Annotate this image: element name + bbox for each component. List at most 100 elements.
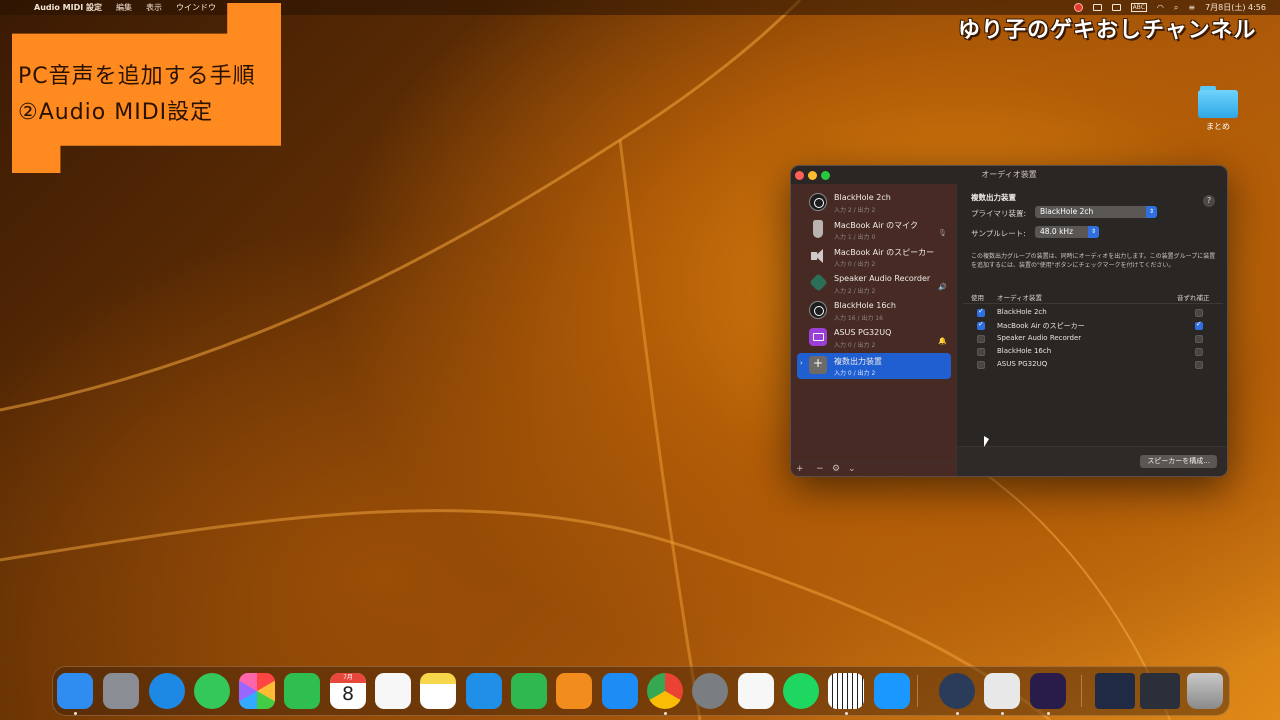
use-checkbox[interactable]: [977, 307, 985, 317]
device-io: 入力 16 / 出力 16: [834, 315, 883, 322]
device-name: BlackHole 16ch: [834, 301, 896, 310]
configure-speakers-button[interactable]: スピーカーを構成...: [1140, 455, 1217, 468]
photos-icon[interactable]: [239, 673, 275, 709]
speaker-icon: [809, 247, 827, 265]
safari-icon[interactable]: [149, 673, 185, 709]
running-indicator: [664, 712, 667, 715]
multi-output-description: この複数出力グループの装置は、同時にオーディオを出力します。この装置グループに装…: [971, 253, 1216, 269]
pages-icon[interactable]: [556, 673, 592, 709]
device-row-asus-pg32uq[interactable]: ASUS PG32UQ 入力 0 / 出力 2 🔔: [797, 325, 951, 351]
window-thumb-1[interactable]: [1095, 673, 1135, 709]
finder-icon[interactable]: [57, 673, 93, 709]
input-source-indicator[interactable]: ABC: [1130, 3, 1147, 12]
device-io: 入力 1 / 出力 0: [834, 234, 876, 241]
spotify-icon[interactable]: [783, 673, 819, 709]
launchpad-icon[interactable]: [103, 673, 139, 709]
drift-checkbox[interactable]: [1195, 335, 1203, 343]
device-row-blackhole-16ch[interactable]: BlackHole 16ch 入力 16 / 出力 16: [797, 298, 951, 324]
sample-rate-value: 48.0 kHz: [1040, 227, 1074, 236]
running-indicator: [956, 712, 959, 715]
reminders-icon[interactable]: [375, 673, 411, 709]
device-name: MacBook Air のマイク: [834, 221, 919, 230]
spotlight-icon[interactable]: ⌕: [1174, 3, 1178, 13]
section-title: 複数出力装置: [971, 193, 1016, 202]
menu-window[interactable]: ウインドウ: [176, 2, 216, 13]
drift-checkbox[interactable]: [1195, 309, 1203, 317]
running-indicator: [845, 712, 848, 715]
use-checkbox[interactable]: [977, 320, 985, 330]
table-row: BlackHole 16ch: [963, 346, 1223, 359]
col-use: 使用: [971, 294, 984, 302]
table-device-name: Speaker Audio Recorder: [997, 334, 1082, 342]
chevron-down-icon[interactable]: ⌄: [848, 464, 856, 474]
device-name: BlackHole 2ch: [834, 193, 891, 202]
trash-icon[interactable]: [1187, 673, 1223, 709]
keynote-icon[interactable]: [466, 673, 502, 709]
col-drift: 音ずれ補正: [1177, 294, 1210, 302]
app-store-icon[interactable]: [602, 673, 638, 709]
blackhole-icon: [809, 301, 827, 319]
device-row-macbook-speaker[interactable]: MacBook Air のスピーカー 入力 0 / 出力 2: [797, 244, 951, 270]
calendar-month: 7月: [330, 673, 366, 683]
recording-indicator-icon[interactable]: [1073, 3, 1083, 12]
piano-app-icon[interactable]: [828, 673, 864, 709]
add-device-button[interactable]: +: [796, 464, 804, 474]
calendar-icon[interactable]: 7月 8: [330, 673, 366, 709]
use-checkbox[interactable]: [977, 348, 985, 356]
menu-edit[interactable]: 編集: [116, 2, 132, 13]
quicktime-icon[interactable]: [939, 673, 975, 709]
running-indicator: [1001, 712, 1004, 715]
textedit-icon[interactable]: [984, 673, 1020, 709]
wifi-icon[interactable]: ◠: [1157, 3, 1164, 12]
system-settings-icon[interactable]: [692, 673, 728, 709]
sample-rate-select[interactable]: 48.0 kHz ⇕: [1035, 226, 1099, 238]
detail-footer: スピーカーを構成...: [957, 446, 1227, 476]
table-row: Speaker Audio Recorder: [963, 333, 1223, 346]
chevron-right-icon[interactable]: ›: [800, 359, 803, 367]
device-name: 複数出力装置: [834, 357, 882, 366]
primary-device-value: BlackHole 2ch: [1040, 207, 1094, 216]
gear-icon[interactable]: ⚙: [832, 464, 840, 474]
audio-recorder-icon: [809, 273, 828, 292]
device-row-blackhole-2ch[interactable]: BlackHole 2ch 入力 2 / 出力 2: [797, 190, 951, 216]
table-device-name: ASUS PG32UQ: [997, 360, 1048, 368]
drift-checkbox[interactable]: [1195, 320, 1203, 330]
menu-view[interactable]: 表示: [146, 2, 162, 13]
window-thumb-2[interactable]: [1140, 673, 1180, 709]
mouse-cursor-icon: [984, 436, 989, 447]
app-menu[interactable]: Audio MIDI 設定: [34, 2, 102, 13]
messages-icon[interactable]: [194, 673, 230, 709]
running-indicator: [74, 712, 77, 715]
microphone-icon: [813, 220, 823, 238]
device-io: 入力 2 / 出力 2: [834, 288, 876, 295]
numbers-icon[interactable]: [511, 673, 547, 709]
use-checkbox[interactable]: [977, 361, 985, 369]
video-app-icon[interactable]: [738, 673, 774, 709]
display-icon: [809, 328, 827, 346]
battery-icon[interactable]: [1111, 4, 1121, 11]
dock: 7月 8: [52, 666, 1230, 716]
device-row-macbook-mic[interactable]: MacBook Air のマイク 入力 1 / 出力 0 🎙: [797, 217, 951, 243]
facetime-icon[interactable]: [284, 673, 320, 709]
media-app-icon[interactable]: [1030, 673, 1066, 709]
device-io: 入力 0 / 出力 2: [834, 261, 876, 268]
drift-checkbox[interactable]: [1195, 348, 1203, 356]
prime-video-icon[interactable]: [874, 673, 910, 709]
window-titlebar[interactable]: オーディオ装置: [791, 166, 1227, 184]
device-row-speaker-audio-recorder[interactable]: Speaker Audio Recorder 入力 2 / 出力 2 🔊: [797, 271, 951, 297]
tutorial-title-line2: ②Audio MIDI設定: [18, 100, 214, 125]
use-checkbox[interactable]: [977, 335, 985, 343]
device-io: 入力 2 / 出力 2: [834, 207, 876, 214]
table-device-name: BlackHole 16ch: [997, 347, 1052, 355]
chrome-icon[interactable]: [647, 673, 683, 709]
desktop-folder[interactable]: まとめ: [1196, 86, 1240, 132]
notes-icon[interactable]: [420, 673, 456, 709]
primary-device-select[interactable]: BlackHole 2ch ⇕: [1035, 206, 1157, 218]
remove-device-button[interactable]: −: [816, 464, 824, 474]
screen-share-icon[interactable]: [1092, 4, 1102, 11]
help-button[interactable]: ?: [1203, 195, 1215, 207]
drift-checkbox[interactable]: [1195, 361, 1203, 369]
device-row-multi-output[interactable]: › 複数出力装置 入力 0 / 出力 2: [797, 353, 951, 379]
dock-separator: [917, 675, 918, 707]
control-center-icon[interactable]: ≡: [1188, 3, 1195, 12]
